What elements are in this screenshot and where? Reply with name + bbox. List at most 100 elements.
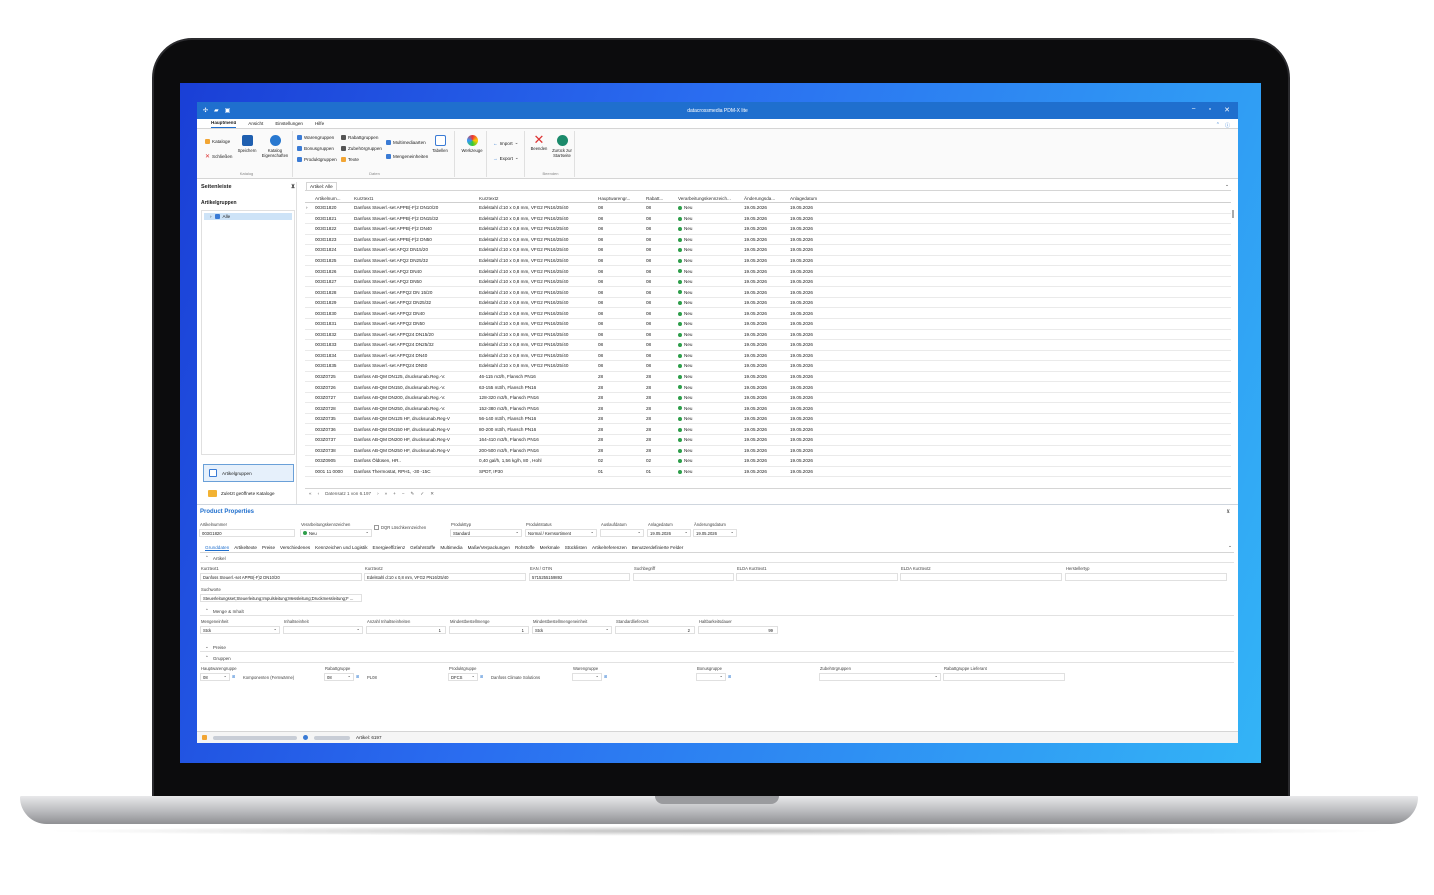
- mengeneinheit-select[interactable]: Stck: [200, 626, 280, 634]
- kurztext1-field[interactable]: Danfoss Steuerl.-set APPB(-F)2 DN10/20: [200, 573, 362, 581]
- table-row[interactable]: 003G1828 Danfoss Steuerl.-set AFPQ2 DN 15…: [305, 287, 1231, 298]
- collapse-icon[interactable]: ⌃: [205, 608, 209, 614]
- table-row[interactable]: 003Z0905 Danfoss Öldüsen, HR.. 0,40 gal/h,…: [305, 456, 1231, 467]
- mindestbestelleinheit-select[interactable]: Stck: [532, 626, 612, 634]
- section-menge-inhalt[interactable]: ⌃ Menge & Inhalt: [200, 607, 1234, 616]
- table-row[interactable]: 003G1833 Danfoss Steuerl.-set AFPQ24 DN25…: [305, 340, 1231, 351]
- table-row[interactable]: 003G1831 Danfoss Steuerl.-set AFPQ2 DN50 E…: [305, 319, 1231, 330]
- collapse-icon[interactable]: ⌃: [205, 555, 209, 561]
- col-header[interactable]: Änderungsda...: [743, 196, 789, 201]
- cancel-icon[interactable]: ✕: [430, 491, 434, 497]
- lookup-icon[interactable]: ⊞: [728, 674, 732, 679]
- zubehoergruppen-button[interactable]: Zubehörgruppen: [341, 146, 382, 151]
- katalog-eigenschaften-button[interactable]: Katalog Eigenschaften: [261, 135, 289, 158]
- dqr-checkbox[interactable]: DQR Löschkennzeichen: [374, 525, 426, 530]
- kataloge-button[interactable]: Kataloge: [205, 139, 230, 144]
- table-row[interactable]: 003G1830 Danfoss Steuerl.-set AFPQ2 DN40 E…: [305, 308, 1231, 320]
- aenderungsdatum-field[interactable]: 19.05.2026: [693, 529, 737, 537]
- lookup-icon[interactable]: ⊞: [232, 674, 236, 679]
- property-tab[interactable]: Preise: [262, 545, 275, 550]
- pin-icon[interactable]: ⊻: [1226, 509, 1230, 515]
- schliessen-button[interactable]: ✕ Schließen: [205, 153, 232, 160]
- lookup-icon[interactable]: ⊞: [356, 674, 360, 679]
- nav-artikelgruppen[interactable]: Artikelgruppen: [203, 464, 294, 482]
- expand-icon[interactable]: ›: [210, 214, 212, 219]
- inhaltseinheit-select[interactable]: [283, 626, 363, 634]
- property-tab[interactable]: Artikelreferenzen: [592, 545, 627, 550]
- close-button[interactable]: ✕: [1224, 106, 1230, 114]
- multimediaarten-button[interactable]: Multimediaarten: [386, 140, 426, 145]
- delete-record-icon[interactable]: −: [402, 491, 405, 496]
- table-row[interactable]: 0001 11 0000 Danfoss Thermostat, RPH1, -3…: [305, 467, 1231, 478]
- elda1-field[interactable]: [736, 573, 898, 581]
- property-tab[interactable]: Verschiedenes: [280, 545, 310, 550]
- table-row[interactable]: 003G1827 Danfoss Steuerl.-set AFQ2 DN50 Ed…: [305, 277, 1231, 288]
- table-row[interactable]: 003Z0727 Danfoss AB-QM DN200, drucksunab.…: [305, 393, 1231, 404]
- warengruppen-button[interactable]: Warengruppen: [297, 135, 334, 140]
- table-row[interactable]: 003G1826 Danfoss Steuerl.-set AFQ2 DN40 Ed…: [305, 266, 1231, 277]
- col-header[interactable]: Kurztext1: [353, 196, 478, 201]
- bonusgruppe-select[interactable]: [696, 673, 726, 681]
- table-row[interactable]: 003G1823 Danfoss Steuerl.-set APPB(-F)2 D…: [305, 235, 1231, 246]
- property-tab[interactable]: Merkmale: [540, 545, 560, 550]
- auslaufdatum-field[interactable]: [600, 529, 644, 537]
- property-tab[interactable]: Grunddaten: [205, 545, 230, 551]
- col-header[interactable]: Rabatt...: [645, 196, 677, 201]
- collapse-icon[interactable]: ⌃: [205, 655, 209, 661]
- col-header[interactable]: Anlagedatum: [789, 196, 839, 201]
- restore-button[interactable]: ▫: [1209, 106, 1211, 114]
- rabattgruppe-select[interactable]: 08: [324, 673, 354, 681]
- section-preise[interactable]: ⌄ Preise: [200, 643, 1234, 652]
- mengeneinheiten-button[interactable]: Mengeneinheiten: [386, 154, 428, 159]
- werkzeuge-button[interactable]: Werkzeuge: [459, 135, 485, 153]
- zurueck-startseite-button[interactable]: Zurück zur Startseite: [549, 135, 575, 158]
- hauptwarengruppe-select[interactable]: 08: [200, 673, 230, 681]
- table-row[interactable]: 003Z0735 Danfoss AB-QM DN125 HF, drucksun…: [305, 414, 1231, 425]
- property-tab[interactable]: Stücklisten: [565, 545, 587, 550]
- produktgruppe-select[interactable]: DFCS: [448, 673, 478, 681]
- table-row[interactable]: 003G1829 Danfoss Steuerl.-set AFPQ2 DN25/…: [305, 298, 1231, 309]
- prev-record-button[interactable]: ‹: [318, 491, 320, 496]
- property-tab[interactable]: Maße/Verpackungen: [468, 545, 510, 550]
- bonusgruppen-button[interactable]: Bonusgruppen: [297, 146, 334, 151]
- herstellertyp-field[interactable]: [1065, 573, 1227, 581]
- table-row[interactable]: 003G1825 Danfoss Steuerl.-set AFQ2 DN25/3…: [305, 256, 1231, 267]
- col-header[interactable]: Verarbeitungskennzeich...: [677, 196, 743, 201]
- table-row[interactable]: 003G1834 Danfoss Steuerl.-set AFPQ24 DN40…: [305, 351, 1231, 362]
- property-tab[interactable]: Kennzeichen und Logistik: [315, 545, 367, 550]
- property-tab[interactable]: Benutzerdefinierte Felder: [632, 545, 684, 550]
- table-row[interactable]: 003Z0726 Danfoss AB-QM DN150, drucksunab.…: [305, 382, 1231, 393]
- minimize-button[interactable]: −: [1192, 106, 1196, 114]
- warengruppe-select[interactable]: [572, 673, 602, 681]
- table-row[interactable]: 003Z0728 Danfoss AB-QM DN250, drucksunab.…: [305, 403, 1231, 414]
- grid-scrollbar[interactable]: [1232, 210, 1234, 218]
- table-row[interactable]: 003G1832 Danfoss Steuerl.-set AFPQ24 DN15…: [305, 330, 1231, 341]
- edit-record-icon[interactable]: ✎: [411, 491, 415, 497]
- property-tab[interactable]: Rohstoffe: [515, 545, 535, 550]
- beenden-button[interactable]: ✕ Beenden: [529, 133, 549, 151]
- anzahl-stepper[interactable]: 1: [366, 626, 446, 634]
- texte-button[interactable]: Texte: [341, 157, 359, 162]
- expand-icon[interactable]: ⌄: [205, 644, 209, 650]
- rabattgruppen-button[interactable]: Rabattgruppen: [341, 135, 378, 140]
- section-artikel[interactable]: ⌃ Artikel: [200, 554, 1234, 563]
- lookup-icon[interactable]: ⊞: [604, 674, 608, 679]
- suchbegriff-field[interactable]: [633, 573, 734, 581]
- mindestbestell-stepper[interactable]: 1: [449, 626, 529, 634]
- add-record-icon[interactable]: +: [393, 491, 396, 496]
- table-row[interactable]: 003Z0736 Danfoss AB-QM DN150 HF, drucksun…: [305, 424, 1231, 436]
- table-row[interactable]: 003G1821 Danfoss Steuerl.-set APPB(-F)2 D…: [305, 214, 1231, 225]
- tree-item-alle[interactable]: › Alle: [204, 213, 292, 220]
- anlagedatum-field[interactable]: 19.05.2026: [647, 529, 691, 537]
- col-header[interactable]: Hauptwarengr...: [597, 196, 645, 201]
- suchworte-field[interactable]: Steuerleitungsset;Steuerleitung;Impulsle…: [200, 594, 362, 602]
- produkttyp-select[interactable]: Standard: [450, 529, 522, 537]
- lookup-icon[interactable]: ⊞: [480, 674, 484, 679]
- table-row[interactable]: 003G1835 Danfoss Steuerl.-set AFPQ24 DN50…: [305, 361, 1231, 372]
- tab-artikel-alle[interactable]: Artikel: Alle: [306, 182, 337, 190]
- section-gruppen[interactable]: ⌃ Gruppen: [200, 654, 1234, 663]
- pin-icon[interactable]: ⊻: [291, 184, 295, 190]
- col-header[interactable]: Kurztext2: [478, 196, 597, 201]
- export-button[interactable]: → Export ⌄: [493, 155, 519, 161]
- property-tab[interactable]: Multimedia: [440, 545, 462, 550]
